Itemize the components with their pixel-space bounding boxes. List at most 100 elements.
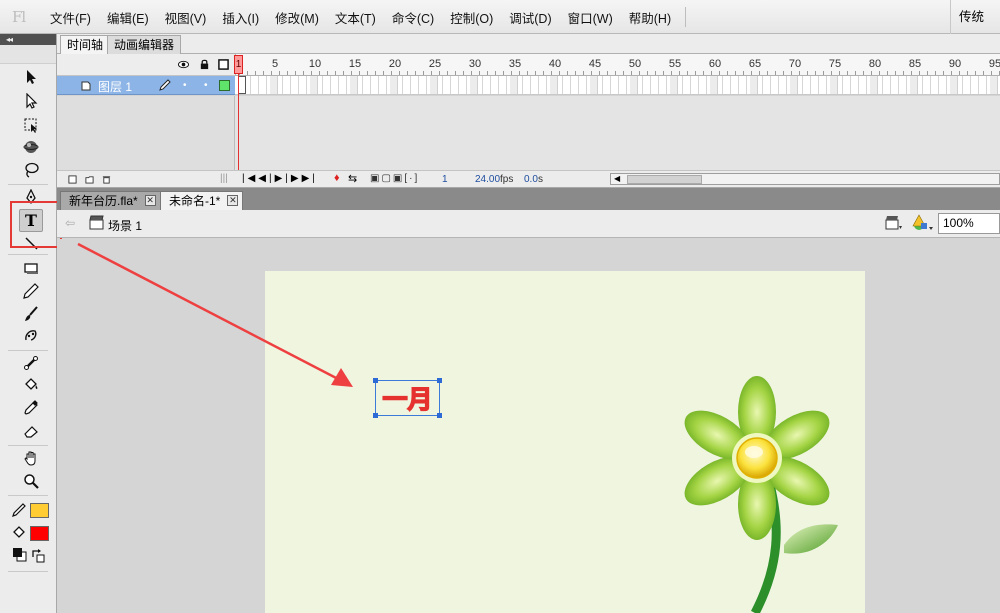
layer-row[interactable]: 图层 1 • • bbox=[57, 76, 235, 95]
elapsed-readout[interactable]: 0.0 bbox=[524, 174, 538, 185]
month-text[interactable]: 一月 bbox=[382, 380, 433, 416]
fill-color-swatch[interactable] bbox=[30, 526, 49, 541]
menu-window[interactable]: 窗口(W) bbox=[560, 8, 621, 27]
3d-rotation-tool[interactable] bbox=[20, 136, 42, 158]
menu-control[interactable]: 控制(O) bbox=[442, 8, 501, 27]
eye-icon[interactable] bbox=[178, 59, 189, 70]
frame-cell[interactable] bbox=[430, 76, 438, 94]
frame-cell[interactable] bbox=[950, 76, 958, 94]
workspace-switcher[interactable]: 传统 bbox=[950, 0, 1000, 34]
keyframe[interactable] bbox=[238, 76, 246, 94]
doc-tab-1[interactable]: 新年台历.fla* ✕ bbox=[60, 191, 161, 210]
frame-cell[interactable] bbox=[910, 76, 918, 94]
first-frame-icon[interactable]: |◀ bbox=[242, 173, 258, 184]
play-icon[interactable]: ▶ bbox=[275, 173, 286, 184]
eraser-tool[interactable] bbox=[20, 420, 42, 442]
current-frame-readout[interactable]: 1 bbox=[442, 174, 448, 185]
fill-color-control[interactable] bbox=[10, 523, 28, 543]
rectangle-tool[interactable] bbox=[20, 257, 42, 279]
resize-handle[interactable] bbox=[437, 413, 442, 418]
brush-tool[interactable] bbox=[20, 303, 42, 325]
frame-cell[interactable] bbox=[550, 76, 558, 94]
last-frame-icon[interactable]: ▶| bbox=[302, 173, 318, 184]
visibility-dot[interactable]: • bbox=[183, 80, 187, 91]
doc-tab-2[interactable]: 未命名-1* ✕ bbox=[160, 191, 244, 210]
deco-tool[interactable] bbox=[20, 325, 42, 347]
tab-motion-editor[interactable]: 动画编辑器 bbox=[107, 35, 182, 54]
zoom-input[interactable]: 100% bbox=[938, 213, 1000, 234]
playhead[interactable]: 1 bbox=[234, 55, 243, 74]
resize-handle[interactable] bbox=[373, 378, 378, 383]
menu-edit[interactable]: 编辑(E) bbox=[99, 8, 157, 27]
resize-handle[interactable] bbox=[437, 378, 442, 383]
frame-cell[interactable] bbox=[470, 76, 478, 94]
free-transform-tool[interactable] bbox=[20, 114, 42, 136]
frame-cell[interactable] bbox=[990, 76, 998, 94]
frame-cell[interactable] bbox=[670, 76, 678, 94]
eyedropper-tool[interactable] bbox=[20, 397, 42, 419]
flower-graphic[interactable] bbox=[680, 375, 845, 613]
loop-icon[interactable]: ⇆ bbox=[348, 172, 357, 185]
menu-view[interactable]: 视图(V) bbox=[157, 8, 215, 27]
stroke-color-control[interactable] bbox=[10, 500, 28, 520]
new-folder-icon[interactable] bbox=[85, 175, 94, 184]
frame-cell[interactable] bbox=[710, 76, 718, 94]
scene-label[interactable]: 场景 1 bbox=[108, 217, 142, 234]
frame-cell[interactable] bbox=[310, 76, 318, 94]
layer-frames[interactable] bbox=[235, 76, 1000, 95]
swap-colors-button[interactable] bbox=[30, 547, 46, 563]
trash-icon[interactable] bbox=[102, 175, 111, 184]
frame-cell[interactable] bbox=[590, 76, 598, 94]
lock-dot[interactable]: • bbox=[204, 80, 208, 91]
selection-tool[interactable] bbox=[20, 66, 42, 88]
stroke-color-swatch[interactable] bbox=[30, 503, 49, 518]
frame-cell[interactable] bbox=[630, 76, 638, 94]
new-layer-icon[interactable] bbox=[68, 175, 77, 184]
timeline-scrollbar[interactable]: ◀ bbox=[610, 173, 1000, 185]
hand-tool[interactable] bbox=[20, 447, 42, 469]
subselection-tool[interactable] bbox=[20, 90, 42, 112]
frame-cell[interactable] bbox=[790, 76, 798, 94]
edit-symbols-icon[interactable] bbox=[912, 214, 934, 232]
bone-tool[interactable] bbox=[20, 352, 42, 374]
close-icon[interactable]: ✕ bbox=[144, 195, 156, 206]
frame-cell[interactable] bbox=[750, 76, 758, 94]
default-colors-button[interactable] bbox=[12, 547, 28, 563]
frame-rate-readout[interactable]: 24.00 bbox=[475, 174, 500, 185]
timeline-ruler[interactable]: 5 10 15 20 25 30 35 40 45 50 55 60 65 70 75 80 85 90 95 bbox=[235, 54, 1000, 76]
resize-handle[interactable] bbox=[373, 413, 378, 418]
center-frame-icon[interactable]: ♦ bbox=[334, 172, 340, 184]
back-arrow-icon[interactable]: ⇦ bbox=[65, 216, 75, 230]
lasso-tool[interactable] bbox=[20, 159, 42, 181]
scrollbar-thumb[interactable] bbox=[627, 175, 702, 184]
next-frame-icon[interactable]: |▶ bbox=[285, 173, 301, 184]
tab-timeline[interactable]: 时间轴 bbox=[60, 35, 111, 55]
frame-cell[interactable] bbox=[390, 76, 398, 94]
onion-skin-icons[interactable]: ▣▢▣[·] bbox=[370, 173, 419, 184]
menu-insert[interactable]: 插入(I) bbox=[214, 8, 267, 27]
tools-panel-grip[interactable] bbox=[0, 45, 56, 64]
frame-cell[interactable] bbox=[510, 76, 518, 94]
menu-debug[interactable]: 调试(D) bbox=[501, 8, 559, 27]
menu-commands[interactable]: 命令(C) bbox=[384, 8, 442, 27]
menu-file[interactable]: 文件(F) bbox=[42, 8, 99, 27]
menu-modify[interactable]: 修改(M) bbox=[267, 8, 327, 27]
frame-cell[interactable] bbox=[830, 76, 838, 94]
text-field-selection[interactable]: 一月 bbox=[373, 378, 442, 418]
prev-frame-icon[interactable]: ◀| bbox=[258, 173, 274, 184]
frame-cell[interactable] bbox=[270, 76, 278, 94]
frame-cell[interactable] bbox=[870, 76, 878, 94]
frame-cell[interactable] bbox=[350, 76, 358, 94]
edit-scene-icon[interactable] bbox=[885, 215, 903, 231]
tools-panel-header[interactable]: ◂◂ bbox=[0, 34, 56, 45]
paint-bucket-tool[interactable] bbox=[20, 374, 42, 396]
pencil-tool[interactable] bbox=[20, 280, 42, 302]
outline-square-icon[interactable] bbox=[218, 59, 229, 70]
menu-help[interactable]: 帮助(H) bbox=[621, 8, 679, 27]
outline-color-square[interactable] bbox=[219, 80, 230, 91]
lock-icon[interactable] bbox=[199, 59, 210, 70]
menu-text[interactable]: 文本(T) bbox=[327, 8, 384, 27]
collapse-arrows-icon[interactable]: ◂◂ bbox=[0, 34, 56, 45]
scroll-left-icon[interactable]: ◀ bbox=[614, 174, 620, 183]
zoom-tool[interactable] bbox=[20, 470, 42, 492]
